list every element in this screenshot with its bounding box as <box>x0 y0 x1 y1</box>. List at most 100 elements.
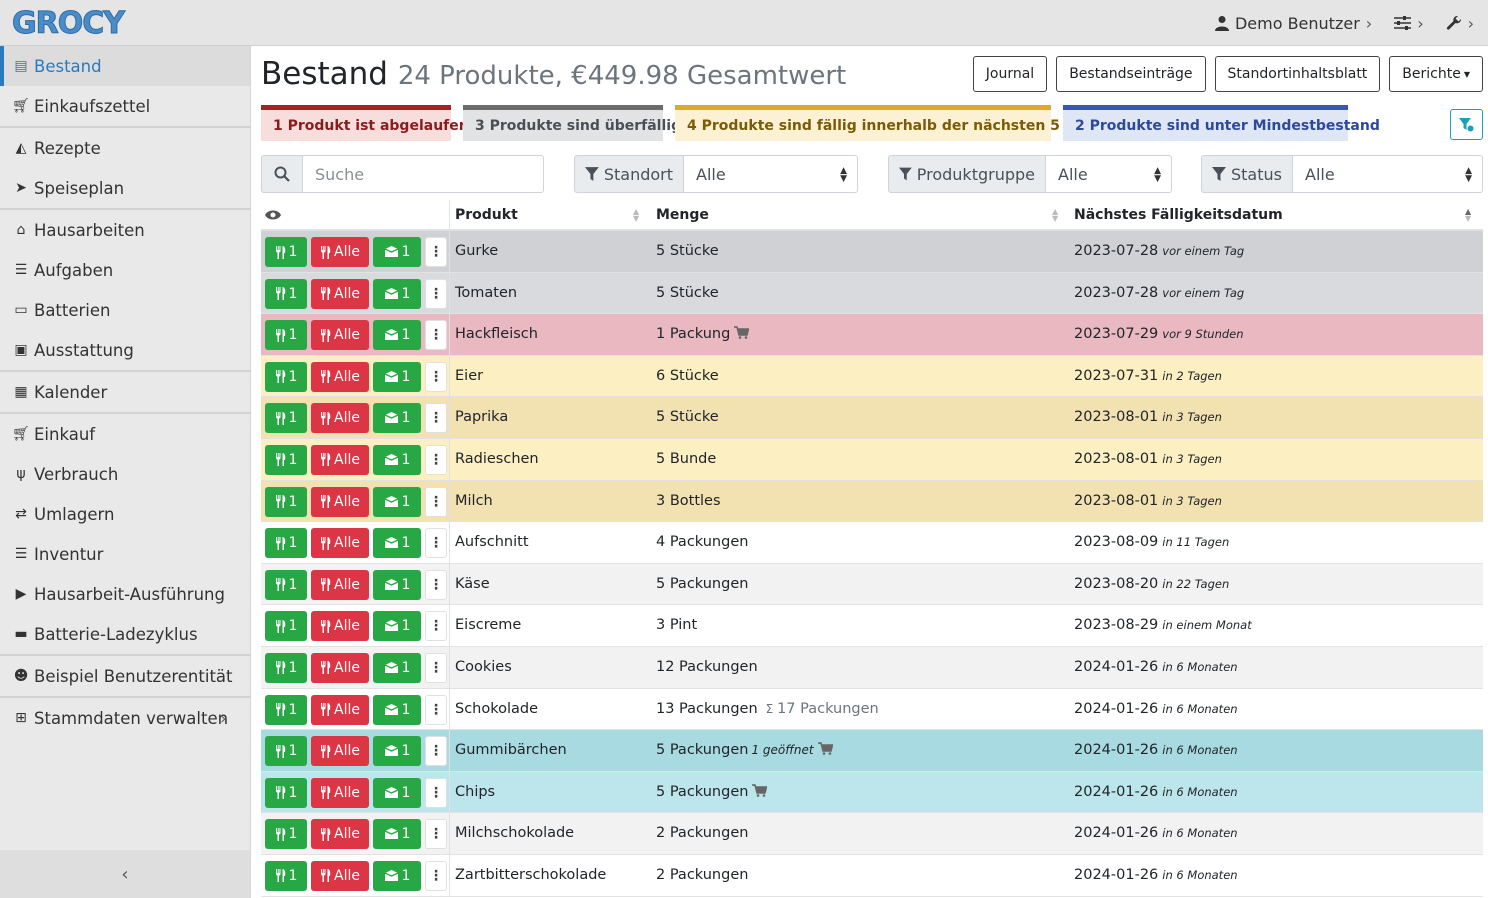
consume-all-button[interactable]: Alle <box>311 403 369 434</box>
consume-all-button[interactable]: Alle <box>311 694 369 725</box>
alert-below-min-stock[interactable]: 2 Produkte sind unter Mindestbestand <box>1063 105 1380 141</box>
user-menu[interactable]: Demo Benutzer › <box>1214 14 1372 33</box>
consume-all-button[interactable]: Alle <box>311 860 369 891</box>
sidebar-item-batterie-ladezyklus[interactable]: ▬ Batterie-Ladezyklus <box>0 614 250 654</box>
consume-one-button[interactable]: 1 <box>265 237 307 267</box>
product-name-link[interactable]: Cookies <box>455 659 512 675</box>
more-actions-button[interactable]: ⋮ <box>425 528 447 559</box>
open-one-button[interactable]: 1 <box>373 860 421 891</box>
alert-overdue[interactable]: 3 Produkte sind überfällig <box>463 105 681 141</box>
more-actions-button[interactable]: ⋮ <box>425 320 447 351</box>
open-one-button[interactable]: 1 <box>373 694 421 725</box>
sidebar-item-stammdaten-verwalten[interactable]: ⊞ Stammdaten verwalten › <box>0 698 250 738</box>
sidebar-item-einkauf[interactable]: 🛒︎ Einkauf <box>0 414 250 454</box>
open-one-button[interactable]: 1 <box>373 569 421 600</box>
sidebar-item-kalender[interactable]: ▦ Kalender <box>0 372 250 412</box>
alert-expired[interactable]: 1 Produkt ist abgelaufen <box>261 105 469 141</box>
sidebar-item-batterien[interactable]: ▭ Batterien <box>0 290 250 330</box>
consume-one-button[interactable]: 1 <box>265 320 307 351</box>
more-actions-button[interactable]: ⋮ <box>425 403 447 434</box>
clear-filter-button[interactable] <box>1450 109 1483 140</box>
consume-one-button[interactable]: 1 <box>265 403 307 434</box>
product-name-link[interactable]: Chips <box>455 784 495 800</box>
status-filter-select[interactable]: Alle ▲ ▼ <box>1293 155 1483 193</box>
consume-all-button[interactable]: Alle <box>311 361 369 392</box>
sidebar-item-rezepte[interactable]: ◭ Rezepte <box>0 128 250 168</box>
consume-one-button[interactable]: 1 <box>265 611 307 642</box>
product-name-link[interactable]: Zartbitterschokolade <box>455 867 606 883</box>
product-name-link[interactable]: Milch <box>455 493 493 509</box>
open-one-button[interactable]: 1 <box>373 611 421 642</box>
open-one-button[interactable]: 1 <box>373 320 421 351</box>
more-actions-button[interactable]: ⋮ <box>425 278 447 309</box>
more-actions-button[interactable]: ⋮ <box>425 777 447 808</box>
consume-all-button[interactable]: Alle <box>311 237 369 267</box>
consume-one-button[interactable]: 1 <box>265 486 307 517</box>
product-name-link[interactable]: Aufschnitt <box>455 534 529 550</box>
consume-all-button[interactable]: Alle <box>311 819 369 850</box>
consume-all-button[interactable]: Alle <box>311 736 369 767</box>
eye-icon[interactable] <box>265 209 281 221</box>
consume-one-button[interactable]: 1 <box>265 777 307 808</box>
product-name-link[interactable]: Milchschokolade <box>455 825 574 841</box>
product-name-link[interactable]: Eiscreme <box>455 617 521 633</box>
product-name-link[interactable]: Gurke <box>455 243 498 259</box>
consume-one-button[interactable]: 1 <box>265 278 307 309</box>
open-one-button[interactable]: 1 <box>373 278 421 309</box>
sidebar-item-einkaufszettel[interactable]: 🛒︎ Einkaufszettel <box>0 86 250 126</box>
consume-one-button[interactable]: 1 <box>265 694 307 725</box>
more-actions-button[interactable]: ⋮ <box>425 486 447 517</box>
open-one-button[interactable]: 1 <box>373 736 421 767</box>
product-name-link[interactable]: Schokolade <box>455 701 538 717</box>
product-name-link[interactable]: Radieschen <box>455 451 539 467</box>
more-actions-button[interactable]: ⋮ <box>425 694 447 725</box>
consume-one-button[interactable]: 1 <box>265 860 307 891</box>
reports-dropdown-button[interactable]: Berichte ▼ <box>1389 56 1483 92</box>
consume-one-button[interactable]: 1 <box>265 819 307 850</box>
location-filter-select[interactable]: Alle ▲ ▼ <box>684 155 858 193</box>
open-one-button[interactable]: 1 <box>373 528 421 559</box>
more-actions-button[interactable]: ⋮ <box>425 819 447 850</box>
consume-all-button[interactable]: Alle <box>311 486 369 517</box>
consume-all-button[interactable]: Alle <box>311 444 369 475</box>
open-one-button[interactable]: 1 <box>373 237 421 267</box>
more-actions-button[interactable]: ⋮ <box>425 237 447 267</box>
sidebar-item-ausstattung[interactable]: ▣ Ausstattung <box>0 330 250 370</box>
stock-entries-button[interactable]: Bestandseinträge <box>1056 56 1206 92</box>
more-actions-button[interactable]: ⋮ <box>425 444 447 475</box>
tools-menu[interactable]: › <box>1446 14 1474 33</box>
open-one-button[interactable]: 1 <box>373 777 421 808</box>
sidebar-collapse-button[interactable]: ‹ <box>0 850 250 898</box>
consume-all-button[interactable]: Alle <box>311 569 369 600</box>
consume-one-button[interactable]: 1 <box>265 444 307 475</box>
sidebar-item-bestand[interactable]: ▤ Bestand <box>0 46 250 86</box>
sidebar-item-aufgaben[interactable]: ☰ Aufgaben <box>0 250 250 290</box>
sidebar-item-speiseplan[interactable]: ➤ Speiseplan <box>0 168 250 208</box>
consume-one-button[interactable]: 1 <box>265 361 307 392</box>
product-name-link[interactable]: Hackfleisch <box>455 326 538 342</box>
product-name-link[interactable]: Käse <box>455 576 490 592</box>
more-actions-button[interactable]: ⋮ <box>425 860 447 891</box>
sidebar-item-verbrauch[interactable]: ψ Verbrauch <box>0 454 250 494</box>
open-one-button[interactable]: 1 <box>373 486 421 517</box>
more-actions-button[interactable]: ⋮ <box>425 736 447 767</box>
column-header-product[interactable]: Produkt <box>455 207 518 223</box>
open-one-button[interactable]: 1 <box>373 361 421 392</box>
column-header-due-date[interactable]: Nächstes Fälligkeitsdatum <box>1074 207 1283 223</box>
search-input[interactable]: Suche <box>303 155 544 193</box>
product-name-link[interactable]: Paprika <box>455 409 508 425</box>
product-name-link[interactable]: Gummibärchen <box>455 742 567 758</box>
grocy-logo[interactable]: GROCY <box>12 6 126 42</box>
sidebar-item-hausarbeit-ausfuehrung[interactable]: ▶ Hausarbeit-Ausführung <box>0 574 250 614</box>
consume-all-button[interactable]: Alle <box>311 320 369 351</box>
location-content-sheet-button[interactable]: Standortinhaltsblatt <box>1214 56 1381 92</box>
consume-all-button[interactable]: Alle <box>311 652 369 683</box>
column-header-amount[interactable]: Menge <box>656 207 709 223</box>
more-actions-button[interactable]: ⋮ <box>425 361 447 392</box>
more-actions-button[interactable]: ⋮ <box>425 569 447 600</box>
sidebar-item-inventur[interactable]: ☰ Inventur <box>0 534 250 574</box>
open-one-button[interactable]: 1 <box>373 819 421 850</box>
consume-all-button[interactable]: Alle <box>311 528 369 559</box>
consume-all-button[interactable]: Alle <box>311 777 369 808</box>
open-one-button[interactable]: 1 <box>373 444 421 475</box>
